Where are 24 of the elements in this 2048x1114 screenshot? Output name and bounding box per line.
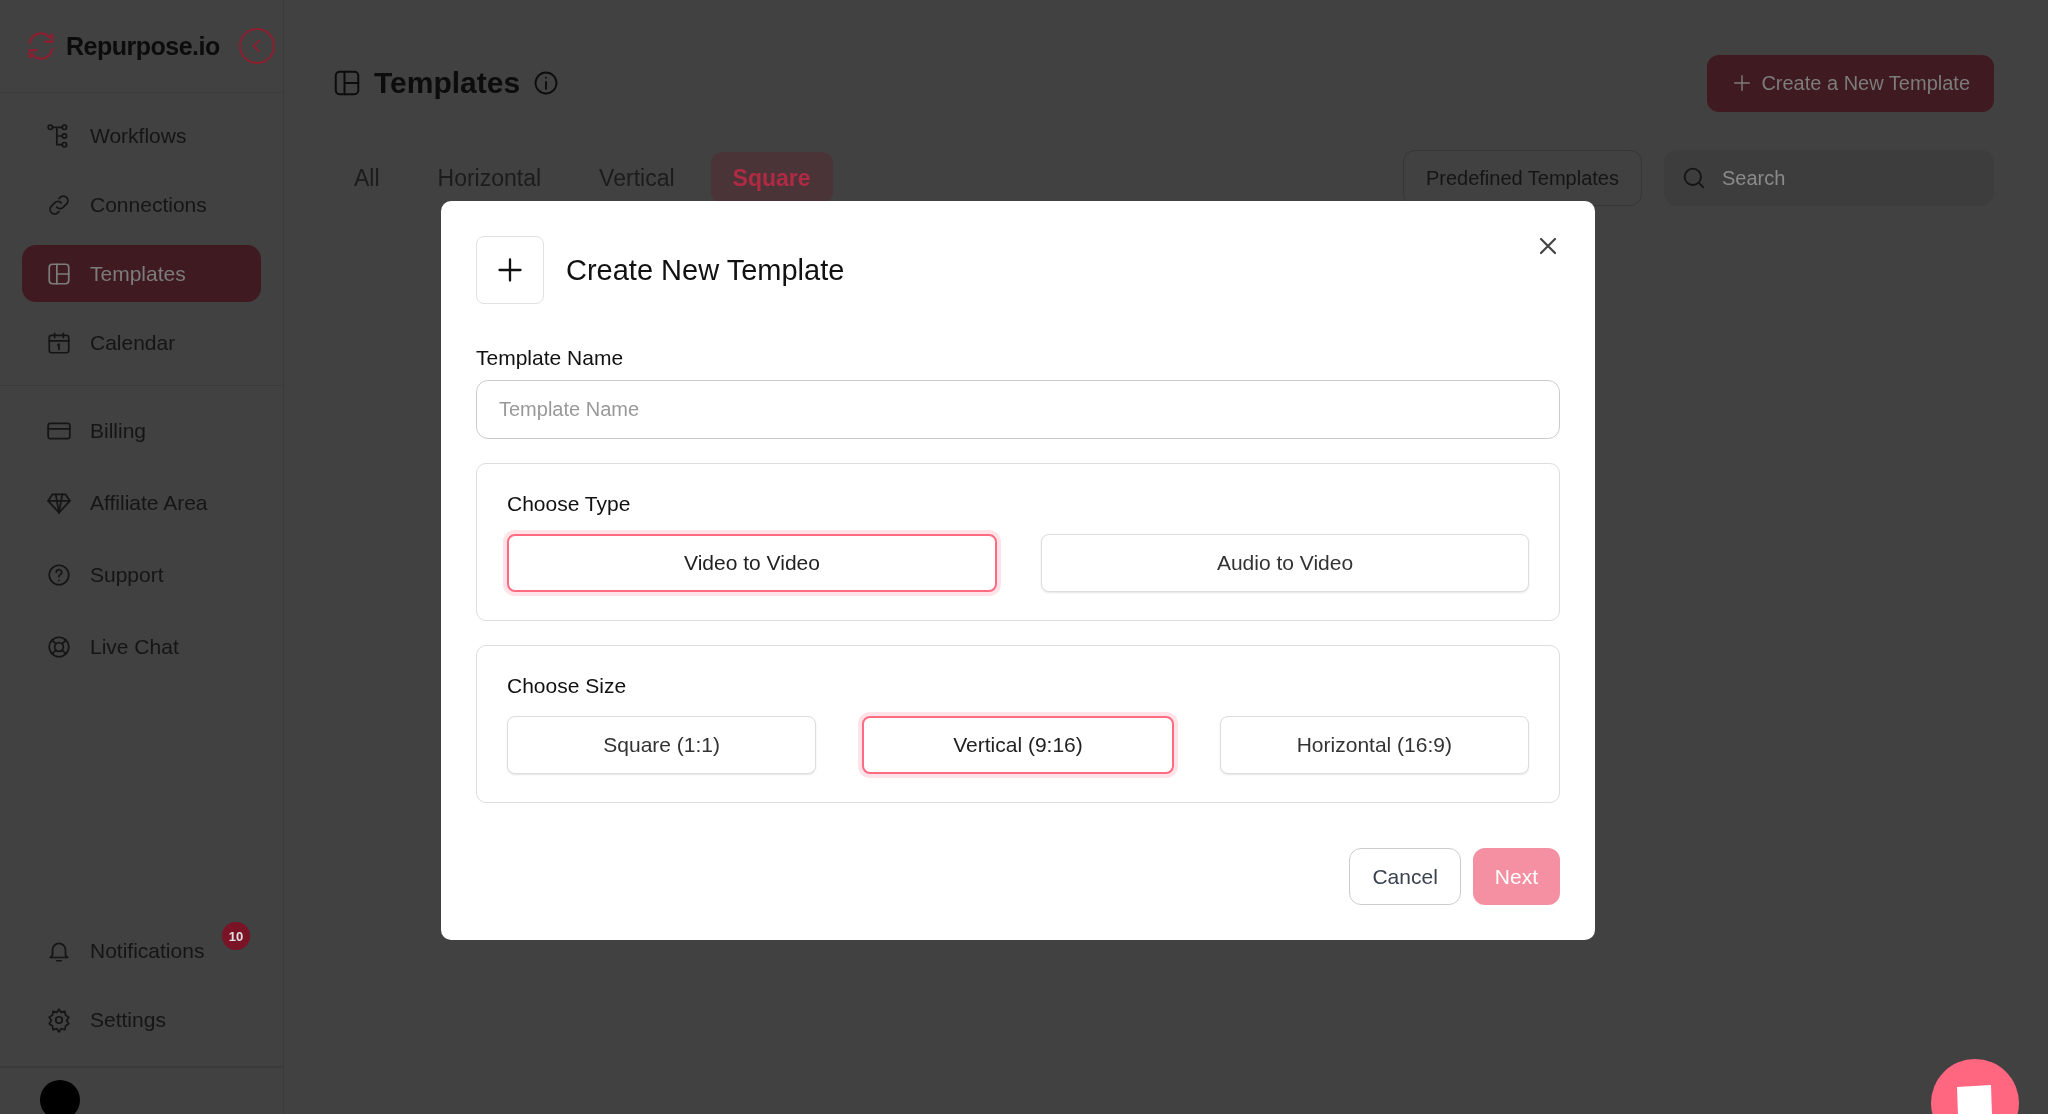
sidebar-item[interactable]: Templates <box>22 245 261 302</box>
filter-tab[interactable]: Square <box>710 152 833 204</box>
field-label: Template Name <box>476 346 625 370</box>
search-bar[interactable]: Search <box>1664 150 1994 206</box>
section-title: Choose Type <box>507 492 632 516</box>
template-name-field[interactable]: Template Name <box>476 380 1560 439</box>
settings-icon <box>46 1006 72 1033</box>
calendar-icon <box>46 329 72 356</box>
size-option[interactable]: Square (1:1) <box>507 716 817 774</box>
dialog-title: Create New Template <box>566 253 845 287</box>
help-icon <box>46 561 72 588</box>
layout-icon <box>46 260 72 287</box>
cancel-button[interactable]: Cancel <box>1349 848 1461 905</box>
plus-icon <box>476 236 544 304</box>
create-template-button[interactable]: Create a New Template <box>1707 54 1994 112</box>
section-title: Choose Size <box>507 674 628 698</box>
avatar-circle <box>40 1080 80 1114</box>
type-option[interactable]: Audio to Video <box>1041 534 1529 592</box>
chat-icon <box>1955 1083 1995 1114</box>
lifebuoy-icon <box>46 633 72 660</box>
search-field[interactable]: Search <box>1720 165 1974 191</box>
layout-icon <box>332 68 362 98</box>
notification-badge: 10 <box>222 922 250 950</box>
size-option[interactable]: Horizontal (16:9) <box>1219 716 1529 774</box>
